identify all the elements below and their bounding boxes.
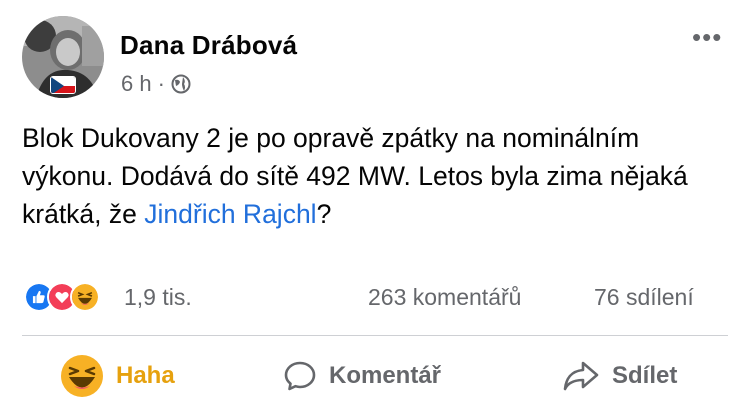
author-name[interactable]: Dana Drábová — [120, 30, 297, 61]
post-text-end: ? — [316, 199, 332, 229]
haha-icon — [70, 282, 100, 312]
meta-separator: · — [157, 71, 165, 96]
divider — [22, 335, 728, 336]
globe-icon[interactable] — [171, 74, 191, 94]
haha-label: Haha — [116, 362, 175, 389]
czech-flag-badge — [50, 76, 76, 94]
comment-icon — [284, 361, 316, 391]
haha-emoji-icon — [61, 355, 103, 397]
comments-count[interactable]: 263 komentářů — [368, 284, 521, 311]
more-options-icon[interactable]: ••• — [692, 24, 722, 50]
haha-button[interactable]: Haha — [60, 350, 175, 402]
share-label: Sdílet — [612, 362, 678, 389]
share-button[interactable]: Sdílet — [562, 350, 677, 402]
post-text: Blok Dukovany 2 je po opravě zpátky na n… — [22, 119, 722, 233]
reaction-count[interactable]: 1,9 tis. — [124, 284, 192, 311]
reaction-icons[interactable] — [24, 282, 100, 312]
post-meta: 6 h · — [121, 71, 191, 97]
share-icon — [563, 361, 599, 391]
shares-count[interactable]: 76 sdílení — [594, 284, 694, 311]
mention-link[interactable]: Jindřich Rajchl — [144, 199, 316, 229]
comment-label: Komentář — [329, 362, 442, 389]
post-text-body: Blok Dukovany 2 je po opravě zpátky na n… — [22, 123, 688, 229]
post-time[interactable]: 6 h — [121, 71, 152, 97]
comment-button[interactable]: Komentář — [283, 350, 441, 402]
